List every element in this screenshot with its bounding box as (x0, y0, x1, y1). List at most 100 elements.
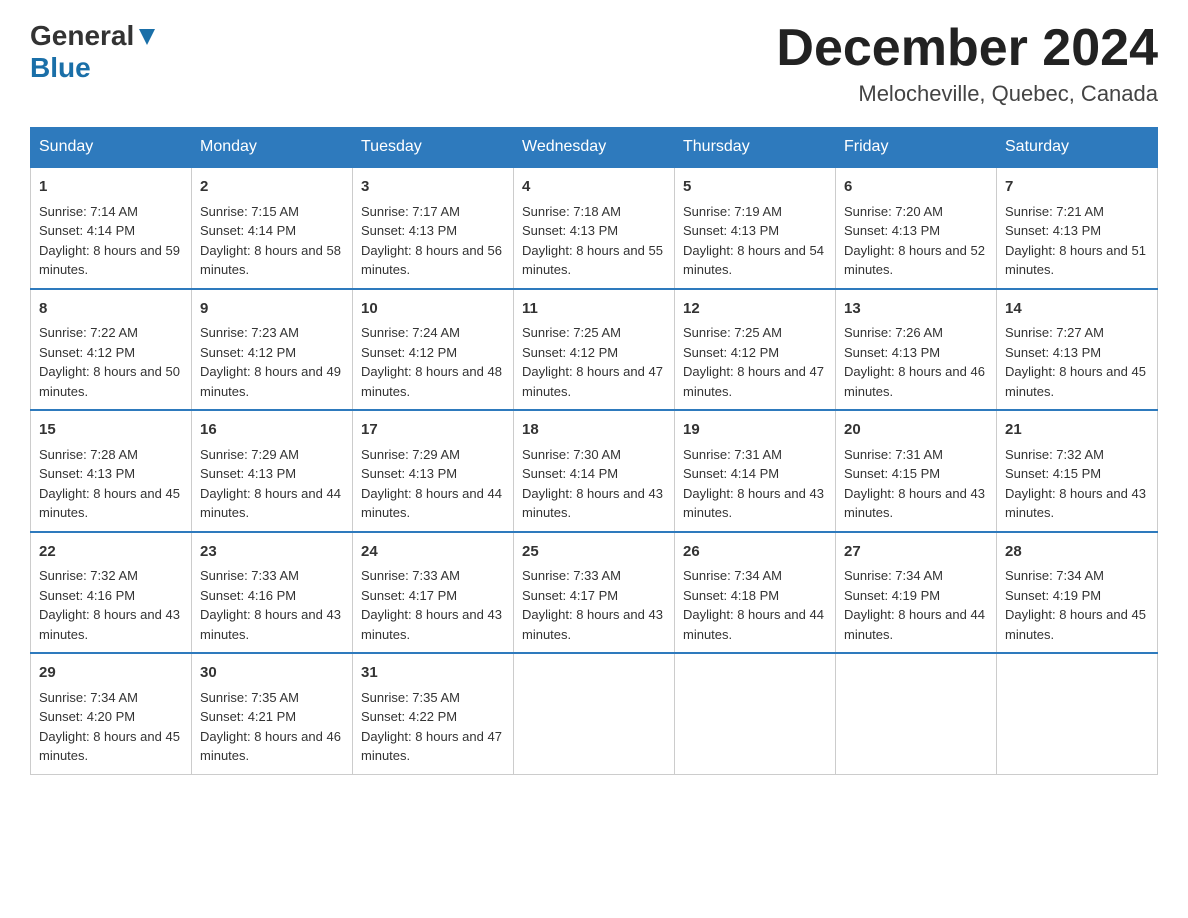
daylight-text: Daylight: 8 hours and 59 minutes. (39, 243, 180, 278)
day-number: 15 (39, 419, 183, 442)
sunset-text: Sunset: 4:13 PM (1005, 345, 1101, 360)
day-number: 29 (39, 662, 183, 685)
daylight-text: Daylight: 8 hours and 56 minutes. (361, 243, 502, 278)
daylight-text: Daylight: 8 hours and 49 minutes. (200, 364, 341, 399)
table-row: 9 Sunrise: 7:23 AM Sunset: 4:12 PM Dayli… (192, 289, 353, 411)
sunset-text: Sunset: 4:13 PM (361, 466, 457, 481)
sunrise-text: Sunrise: 7:20 AM (844, 204, 943, 219)
daylight-text: Daylight: 8 hours and 43 minutes. (361, 607, 502, 642)
sunrise-text: Sunrise: 7:22 AM (39, 325, 138, 340)
table-row (997, 653, 1158, 774)
sunrise-text: Sunrise: 7:33 AM (361, 568, 460, 583)
day-number: 13 (844, 298, 988, 321)
sunrise-text: Sunrise: 7:14 AM (39, 204, 138, 219)
day-number: 25 (522, 541, 666, 564)
table-row: 8 Sunrise: 7:22 AM Sunset: 4:12 PM Dayli… (31, 289, 192, 411)
table-row: 17 Sunrise: 7:29 AM Sunset: 4:13 PM Dayl… (353, 410, 514, 532)
table-row: 16 Sunrise: 7:29 AM Sunset: 4:13 PM Dayl… (192, 410, 353, 532)
day-number: 1 (39, 176, 183, 199)
col-thursday: Thursday (675, 128, 836, 168)
table-row: 6 Sunrise: 7:20 AM Sunset: 4:13 PM Dayli… (836, 167, 997, 289)
table-row: 14 Sunrise: 7:27 AM Sunset: 4:13 PM Dayl… (997, 289, 1158, 411)
daylight-text: Daylight: 8 hours and 43 minutes. (683, 486, 824, 521)
day-number: 9 (200, 298, 344, 321)
sunrise-text: Sunrise: 7:32 AM (39, 568, 138, 583)
sunrise-text: Sunrise: 7:34 AM (1005, 568, 1104, 583)
sunset-text: Sunset: 4:18 PM (683, 588, 779, 603)
sunrise-text: Sunrise: 7:33 AM (522, 568, 621, 583)
sunrise-text: Sunrise: 7:28 AM (39, 447, 138, 462)
calendar-week-2: 8 Sunrise: 7:22 AM Sunset: 4:12 PM Dayli… (31, 289, 1158, 411)
table-row: 20 Sunrise: 7:31 AM Sunset: 4:15 PM Dayl… (836, 410, 997, 532)
day-number: 6 (844, 176, 988, 199)
day-number: 7 (1005, 176, 1149, 199)
table-row: 2 Sunrise: 7:15 AM Sunset: 4:14 PM Dayli… (192, 167, 353, 289)
sunset-text: Sunset: 4:16 PM (200, 588, 296, 603)
daylight-text: Daylight: 8 hours and 54 minutes. (683, 243, 824, 278)
table-row: 29 Sunrise: 7:34 AM Sunset: 4:20 PM Dayl… (31, 653, 192, 774)
sunset-text: Sunset: 4:13 PM (1005, 223, 1101, 238)
daylight-text: Daylight: 8 hours and 55 minutes. (522, 243, 663, 278)
table-row: 21 Sunrise: 7:32 AM Sunset: 4:15 PM Dayl… (997, 410, 1158, 532)
daylight-text: Daylight: 8 hours and 47 minutes. (522, 364, 663, 399)
sunset-text: Sunset: 4:13 PM (361, 223, 457, 238)
daylight-text: Daylight: 8 hours and 46 minutes. (200, 729, 341, 764)
table-row: 5 Sunrise: 7:19 AM Sunset: 4:13 PM Dayli… (675, 167, 836, 289)
sunset-text: Sunset: 4:15 PM (844, 466, 940, 481)
sunset-text: Sunset: 4:22 PM (361, 709, 457, 724)
day-number: 12 (683, 298, 827, 321)
col-saturday: Saturday (997, 128, 1158, 168)
calendar-week-4: 22 Sunrise: 7:32 AM Sunset: 4:16 PM Dayl… (31, 532, 1158, 654)
day-number: 10 (361, 298, 505, 321)
daylight-text: Daylight: 8 hours and 45 minutes. (1005, 607, 1146, 642)
daylight-text: Daylight: 8 hours and 44 minutes. (683, 607, 824, 642)
table-row: 11 Sunrise: 7:25 AM Sunset: 4:12 PM Dayl… (514, 289, 675, 411)
table-row: 31 Sunrise: 7:35 AM Sunset: 4:22 PM Dayl… (353, 653, 514, 774)
sunset-text: Sunset: 4:14 PM (39, 223, 135, 238)
sunrise-text: Sunrise: 7:31 AM (844, 447, 943, 462)
sunset-text: Sunset: 4:13 PM (844, 223, 940, 238)
col-sunday: Sunday (31, 128, 192, 168)
table-row (514, 653, 675, 774)
sunset-text: Sunset: 4:21 PM (200, 709, 296, 724)
daylight-text: Daylight: 8 hours and 47 minutes. (361, 729, 502, 764)
col-friday: Friday (836, 128, 997, 168)
sunrise-text: Sunrise: 7:35 AM (200, 690, 299, 705)
sunrise-text: Sunrise: 7:35 AM (361, 690, 460, 705)
table-row: 4 Sunrise: 7:18 AM Sunset: 4:13 PM Dayli… (514, 167, 675, 289)
daylight-text: Daylight: 8 hours and 43 minutes. (39, 607, 180, 642)
sunrise-text: Sunrise: 7:29 AM (200, 447, 299, 462)
sunset-text: Sunset: 4:19 PM (1005, 588, 1101, 603)
table-row: 30 Sunrise: 7:35 AM Sunset: 4:21 PM Dayl… (192, 653, 353, 774)
day-number: 24 (361, 541, 505, 564)
sunrise-text: Sunrise: 7:24 AM (361, 325, 460, 340)
sunset-text: Sunset: 4:19 PM (844, 588, 940, 603)
sunset-text: Sunset: 4:13 PM (522, 223, 618, 238)
sunrise-text: Sunrise: 7:29 AM (361, 447, 460, 462)
sunset-text: Sunset: 4:20 PM (39, 709, 135, 724)
sunrise-text: Sunrise: 7:30 AM (522, 447, 621, 462)
page-header: General Blue December 2024 Melocheville,… (30, 20, 1158, 107)
table-row: 3 Sunrise: 7:17 AM Sunset: 4:13 PM Dayli… (353, 167, 514, 289)
sunrise-text: Sunrise: 7:25 AM (522, 325, 621, 340)
calendar-week-5: 29 Sunrise: 7:34 AM Sunset: 4:20 PM Dayl… (31, 653, 1158, 774)
sunset-text: Sunset: 4:17 PM (361, 588, 457, 603)
sunset-text: Sunset: 4:14 PM (522, 466, 618, 481)
day-number: 27 (844, 541, 988, 564)
logo-blue-text: Blue (30, 52, 91, 84)
table-row: 13 Sunrise: 7:26 AM Sunset: 4:13 PM Dayl… (836, 289, 997, 411)
table-row: 1 Sunrise: 7:14 AM Sunset: 4:14 PM Dayli… (31, 167, 192, 289)
day-number: 28 (1005, 541, 1149, 564)
sunset-text: Sunset: 4:13 PM (683, 223, 779, 238)
month-title: December 2024 (776, 20, 1158, 77)
sunset-text: Sunset: 4:13 PM (844, 345, 940, 360)
table-row: 10 Sunrise: 7:24 AM Sunset: 4:12 PM Dayl… (353, 289, 514, 411)
daylight-text: Daylight: 8 hours and 44 minutes. (200, 486, 341, 521)
day-number: 16 (200, 419, 344, 442)
daylight-text: Daylight: 8 hours and 58 minutes. (200, 243, 341, 278)
daylight-text: Daylight: 8 hours and 43 minutes. (200, 607, 341, 642)
day-number: 22 (39, 541, 183, 564)
day-number: 11 (522, 298, 666, 321)
sunset-text: Sunset: 4:13 PM (39, 466, 135, 481)
daylight-text: Daylight: 8 hours and 43 minutes. (522, 607, 663, 642)
